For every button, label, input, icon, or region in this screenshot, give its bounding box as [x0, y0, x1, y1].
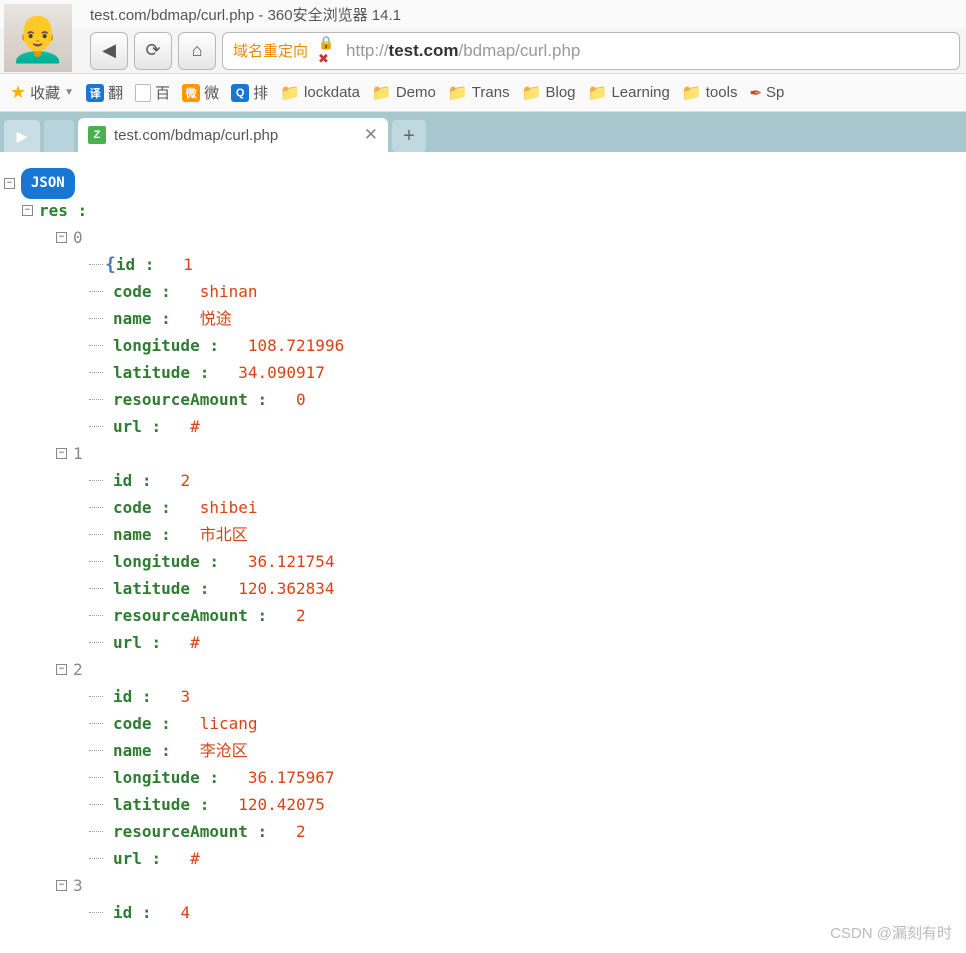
tab-bar: ▶ Z test.com/bdmap/curl.php ✕ +: [0, 112, 966, 152]
json-property-longitude[interactable]: longitude : 108.721996: [4, 332, 962, 359]
collapse-icon[interactable]: −: [56, 880, 67, 891]
bookmark-folder-tools[interactable]: 📁tools: [682, 83, 738, 103]
watermark: CSDN @漏刻有时: [830, 922, 952, 943]
page-icon: [135, 84, 151, 102]
navigation-toolbar: ◀ ⟳ ⌂ 域名重定向 🔒✖ http://test.com/bdmap/cur…: [0, 28, 966, 74]
json-property-id[interactable]: { id : 1: [4, 251, 962, 278]
feather-icon: ✒: [749, 84, 762, 102]
json-property-id[interactable]: id : 2: [4, 467, 962, 494]
bookmark-folder-blog[interactable]: 📁Blog: [522, 83, 576, 103]
json-tree-view: − JSON − res : −0{ id : 1 code : shinan …: [0, 152, 966, 944]
collapse-icon[interactable]: −: [56, 664, 67, 675]
bookmark-baidu[interactable]: 百: [135, 82, 170, 103]
window-titlebar: test.com/bdmap/curl.php - 360安全浏览器 14.1: [0, 0, 966, 28]
folder-icon: 📁: [280, 83, 300, 103]
collapse-icon[interactable]: −: [56, 232, 67, 243]
bookmark-translate[interactable]: 译翻: [86, 82, 123, 103]
folder-icon: 📁: [588, 83, 608, 103]
json-array-index[interactable]: −1: [4, 440, 962, 467]
sidebar-toggle[interactable]: ▶: [4, 120, 40, 152]
weibo-icon: 微: [182, 84, 200, 102]
json-property-name[interactable]: name : 悦途: [4, 305, 962, 332]
json-property-url[interactable]: url : #: [4, 629, 962, 656]
json-property-url[interactable]: url : #: [4, 845, 962, 872]
bookmark-rank[interactable]: Q排: [231, 82, 268, 103]
tab-favicon: Z: [88, 126, 106, 144]
translate-icon: 译: [86, 84, 104, 102]
insecure-lock-icon: 🔒✖: [318, 42, 336, 60]
window-title: test.com/bdmap/curl.php - 360安全浏览器 14.1: [90, 4, 401, 25]
address-bar[interactable]: 域名重定向 🔒✖ http://test.com/bdmap/curl.php: [222, 32, 960, 70]
json-property-name[interactable]: name : 市北区: [4, 521, 962, 548]
json-array-index[interactable]: −3: [4, 872, 962, 899]
json-property-url[interactable]: url : #: [4, 413, 962, 440]
bookmark-folder-learning[interactable]: 📁Learning: [588, 83, 670, 103]
json-root[interactable]: − JSON: [4, 170, 962, 197]
json-property-code[interactable]: code : licang: [4, 710, 962, 737]
avatar[interactable]: 👨‍🦲: [4, 4, 72, 72]
refresh-button[interactable]: ⟳: [134, 32, 172, 70]
json-array-index[interactable]: −0: [4, 224, 962, 251]
close-icon[interactable]: ✕: [364, 125, 378, 145]
bookmark-sp[interactable]: ✒Sp: [749, 84, 784, 102]
json-property-resourceAmount[interactable]: resourceAmount : 2: [4, 818, 962, 845]
back-button[interactable]: ◀: [90, 32, 128, 70]
tab-placeholder[interactable]: [44, 120, 74, 152]
json-property-latitude[interactable]: latitude : 120.42075: [4, 791, 962, 818]
json-property-code[interactable]: code : shinan: [4, 278, 962, 305]
home-button[interactable]: ⌂: [178, 32, 216, 70]
json-badge: JSON: [21, 168, 75, 199]
json-property-id[interactable]: id : 3: [4, 683, 962, 710]
json-property-longitude[interactable]: longitude : 36.121754: [4, 548, 962, 575]
favorites-button[interactable]: ★收藏 ▼: [10, 82, 74, 103]
json-property-resourceAmount[interactable]: resourceAmount : 2: [4, 602, 962, 629]
folder-icon: 📁: [372, 83, 392, 103]
json-property-latitude[interactable]: latitude : 120.362834: [4, 575, 962, 602]
json-property-longitude[interactable]: longitude : 36.175967: [4, 764, 962, 791]
collapse-icon[interactable]: −: [22, 205, 33, 216]
folder-icon: 📁: [682, 83, 702, 103]
json-key-res[interactable]: − res :: [4, 197, 962, 224]
bookmark-weibo[interactable]: 微微: [182, 82, 219, 103]
bookmarks-bar: ★收藏 ▼ 译翻 百 微微 Q排 📁lockdata 📁Demo 📁Trans …: [0, 74, 966, 112]
json-property-resourceAmount[interactable]: resourceAmount : 0: [4, 386, 962, 413]
tab-title: test.com/bdmap/curl.php: [114, 127, 356, 144]
folder-icon: 📁: [448, 83, 468, 103]
json-property-code[interactable]: code : shibei: [4, 494, 962, 521]
collapse-icon[interactable]: −: [56, 448, 67, 459]
star-icon: ★: [10, 82, 26, 103]
rank-icon: Q: [231, 84, 249, 102]
new-tab-button[interactable]: +: [392, 120, 426, 152]
folder-icon: 📁: [522, 83, 542, 103]
json-property-id[interactable]: id : 4: [4, 899, 962, 926]
chevron-down-icon: ▼: [64, 87, 74, 98]
json-property-name[interactable]: name : 李沧区: [4, 737, 962, 764]
bookmark-folder-trans[interactable]: 📁Trans: [448, 83, 510, 103]
url-display: http://test.com/bdmap/curl.php: [346, 41, 580, 61]
json-array-index[interactable]: −2: [4, 656, 962, 683]
json-property-latitude[interactable]: latitude : 34.090917: [4, 359, 962, 386]
tab-active[interactable]: Z test.com/bdmap/curl.php ✕: [78, 118, 388, 152]
collapse-icon[interactable]: −: [4, 178, 15, 189]
bookmark-folder-lockdata[interactable]: 📁lockdata: [280, 83, 360, 103]
bookmark-folder-demo[interactable]: 📁Demo: [372, 83, 436, 103]
redirect-label: 域名重定向: [233, 40, 308, 61]
